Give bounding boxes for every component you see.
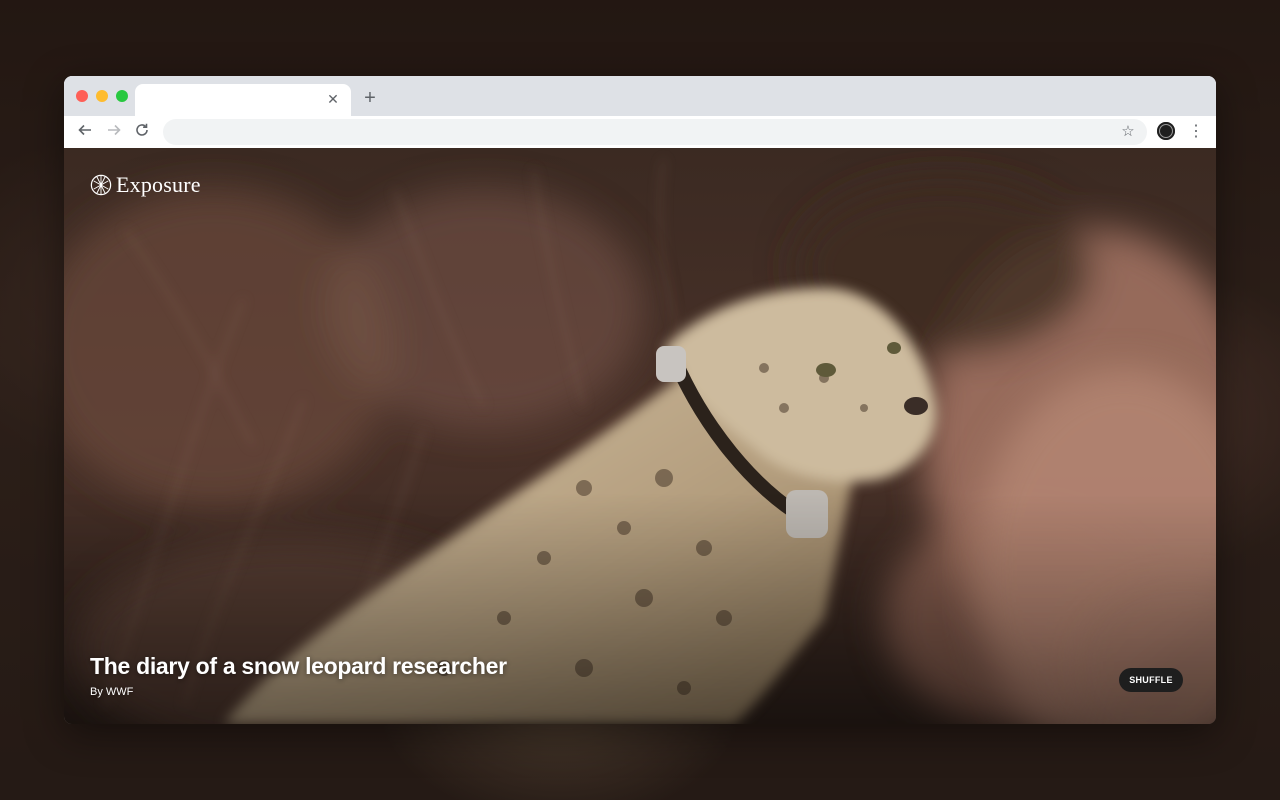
story-author[interactable]: By WWF [90,686,507,698]
reload-icon[interactable] [132,122,152,142]
leopard-photo [64,148,1216,724]
close-icon[interactable]: ✕ [325,91,341,107]
exposure-logo-icon [90,174,112,196]
maximize-window-button[interactable] [116,90,128,102]
arrow-left-icon[interactable] [75,122,95,142]
story-caption: The diary of a snow leopard researcher B… [90,653,507,698]
minimize-window-button[interactable] [96,90,108,102]
tab-active[interactable]: ✕ [135,84,351,116]
arrow-right-icon[interactable] [104,122,124,142]
exposure-extension-icon[interactable] [1157,122,1175,140]
tab-strip: ✕ + [64,76,1216,116]
browser-toolbar: ☆ ⋮ [64,116,1216,149]
kebab-menu-icon[interactable]: ⋮ [1188,122,1204,142]
logo-text: Exposure [116,172,201,197]
star-icon[interactable]: ☆ [1119,123,1137,141]
shuffle-button[interactable]: SHUFFLE [1119,668,1183,692]
story-title[interactable]: The diary of a snow leopard researcher [90,653,507,680]
new-tab-page: Exposure The diary of a snow leopard res… [64,148,1216,724]
exposure-logo[interactable]: Exposure [90,172,201,198]
window-controls [76,90,128,102]
plus-icon[interactable]: + [360,88,380,108]
browser-window: ✕ + ☆ ⋮ Exposure The diary of a snow leo… [64,76,1216,724]
address-bar[interactable]: ☆ [163,119,1147,145]
close-window-button[interactable] [76,90,88,102]
